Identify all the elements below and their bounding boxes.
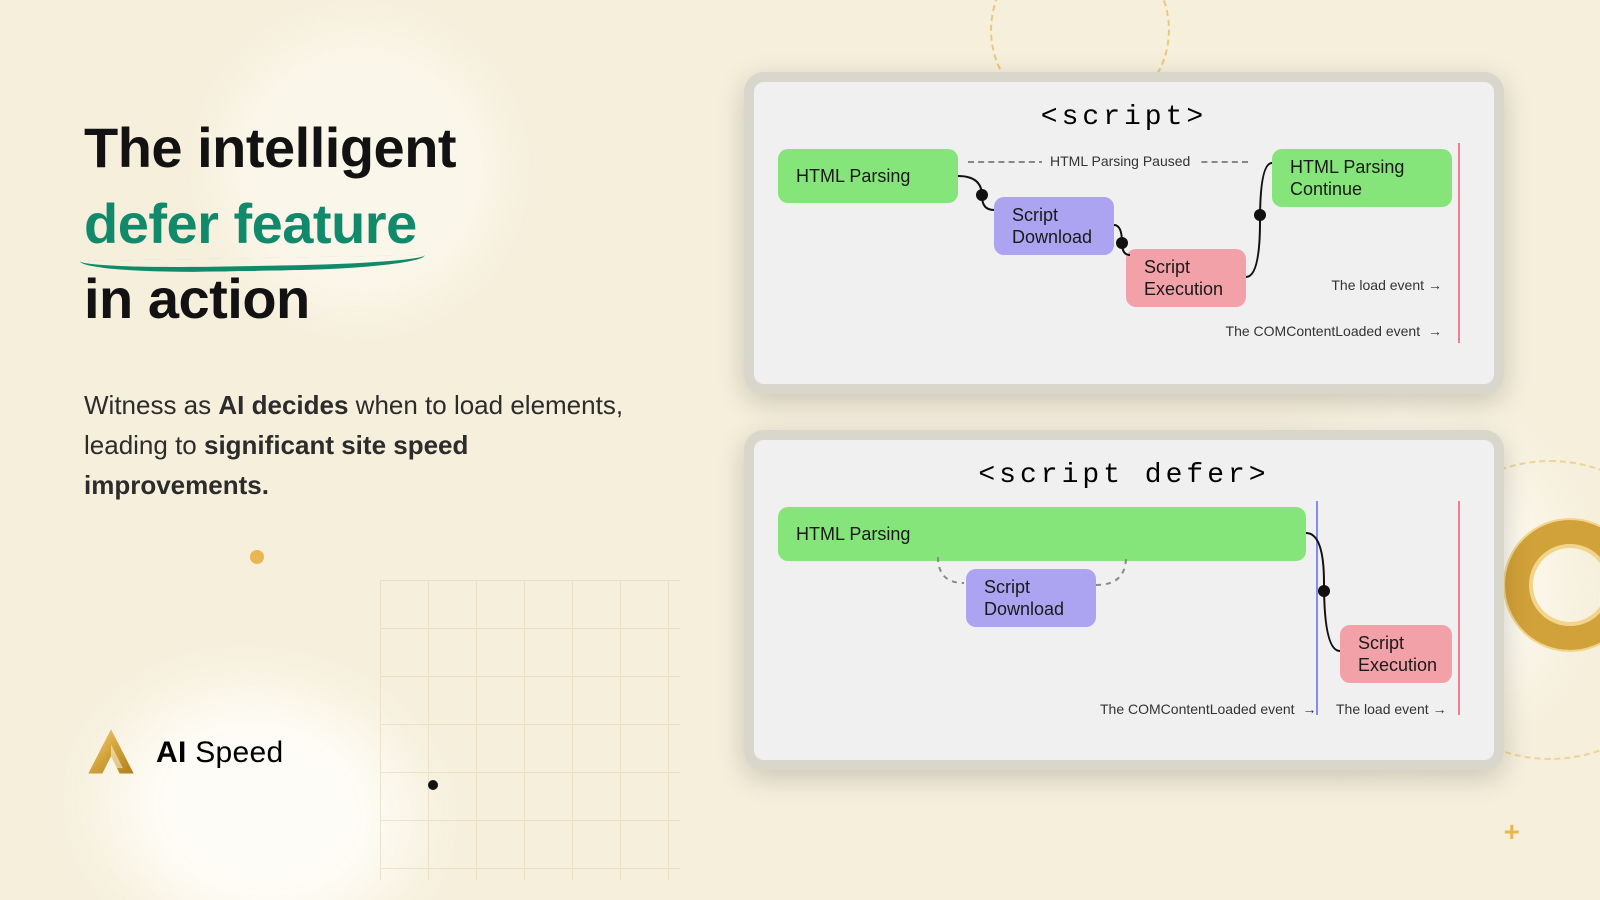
caption-text: The COMContentLoaded event: [1226, 323, 1424, 339]
connector-dot-icon: [1116, 237, 1128, 249]
timeline-script: HTML Parsing HTML Parsing Paused Script …: [778, 149, 1470, 349]
caption-text: The load event: [1331, 277, 1424, 293]
paused-label: HTML Parsing Paused: [1042, 153, 1198, 169]
caption-text: The COMContentLoaded event: [1100, 701, 1298, 717]
plus-icon: +: [1504, 816, 1520, 848]
card-title: <script defer>: [778, 460, 1470, 491]
subcopy: Witness as AI decides when to load eleme…: [84, 385, 644, 506]
block-script-execution: Script Execution: [1340, 625, 1452, 683]
brand-name-bold: AI: [156, 736, 187, 769]
block-label: HTML Parsing Continue: [1290, 156, 1404, 201]
brand: AI Speed: [84, 726, 284, 780]
subcopy-text: Witness as: [84, 390, 218, 420]
caption-text: The load event: [1336, 701, 1429, 717]
block-label: Script Execution: [1144, 256, 1223, 301]
arrow-right-icon: →: [1428, 323, 1442, 339]
block-label: Script Execution: [1358, 632, 1437, 677]
load-event-line: [1458, 143, 1460, 343]
dot-icon: [250, 550, 264, 564]
brand-logo-icon: [84, 726, 138, 780]
block-label: HTML Parsing: [796, 523, 910, 546]
caption-domcontentloaded: The COMContentLoaded event →: [1100, 701, 1316, 717]
connector-dot-icon: [1318, 585, 1330, 597]
arrow-right-icon: →: [1302, 701, 1316, 717]
connector-dashed: [1096, 557, 1146, 617]
block-script-download: Script Download: [966, 569, 1096, 627]
caption-load-event: The load event→: [1331, 277, 1442, 293]
subcopy-bold: AI decides: [218, 390, 348, 420]
diagram-card-script-defer: <script defer> HTML Parsing Script Downl…: [744, 430, 1504, 770]
block-script-execution: Script Execution: [1126, 249, 1246, 307]
block-script-download: Script Download: [994, 197, 1114, 255]
arrow-right-icon: →: [1428, 277, 1442, 293]
card-title: <script>: [778, 102, 1470, 133]
headline-line3: in action: [84, 267, 310, 330]
domcontent-line: [1316, 501, 1318, 715]
caption-load-event: The load event→: [1336, 701, 1447, 717]
caption-domcontentloaded: The COMContentLoaded event →: [1226, 323, 1442, 339]
block-label: Script Download: [984, 576, 1064, 621]
connector-dot-icon: [976, 189, 988, 201]
brand-name-rest: Speed: [187, 736, 284, 769]
timeline-defer: HTML Parsing Script Download Script Exec…: [778, 507, 1470, 725]
block-html-parsing: HTML Parsing: [778, 507, 1306, 561]
dot-icon: [428, 780, 438, 790]
block-html-parsing-continue: HTML Parsing Continue: [1272, 149, 1452, 207]
block-label: HTML Parsing: [796, 165, 910, 188]
headline-line1: The intelligent: [84, 116, 456, 179]
diagram-card-script: <script> HTML Parsing HTML Parsing Pause…: [744, 72, 1504, 394]
brand-name: AI Speed: [156, 736, 284, 770]
hero-copy: The intelligent defer feature in action …: [84, 110, 644, 506]
load-event-line: [1458, 501, 1460, 715]
arrow-right-icon: →: [1433, 701, 1447, 717]
bg-grid: [380, 580, 680, 880]
block-html-parsing: HTML Parsing: [778, 149, 958, 203]
block-label: Script Download: [1012, 204, 1092, 249]
headline-accent: defer feature: [84, 186, 417, 262]
connector-dot-icon: [1254, 209, 1266, 221]
